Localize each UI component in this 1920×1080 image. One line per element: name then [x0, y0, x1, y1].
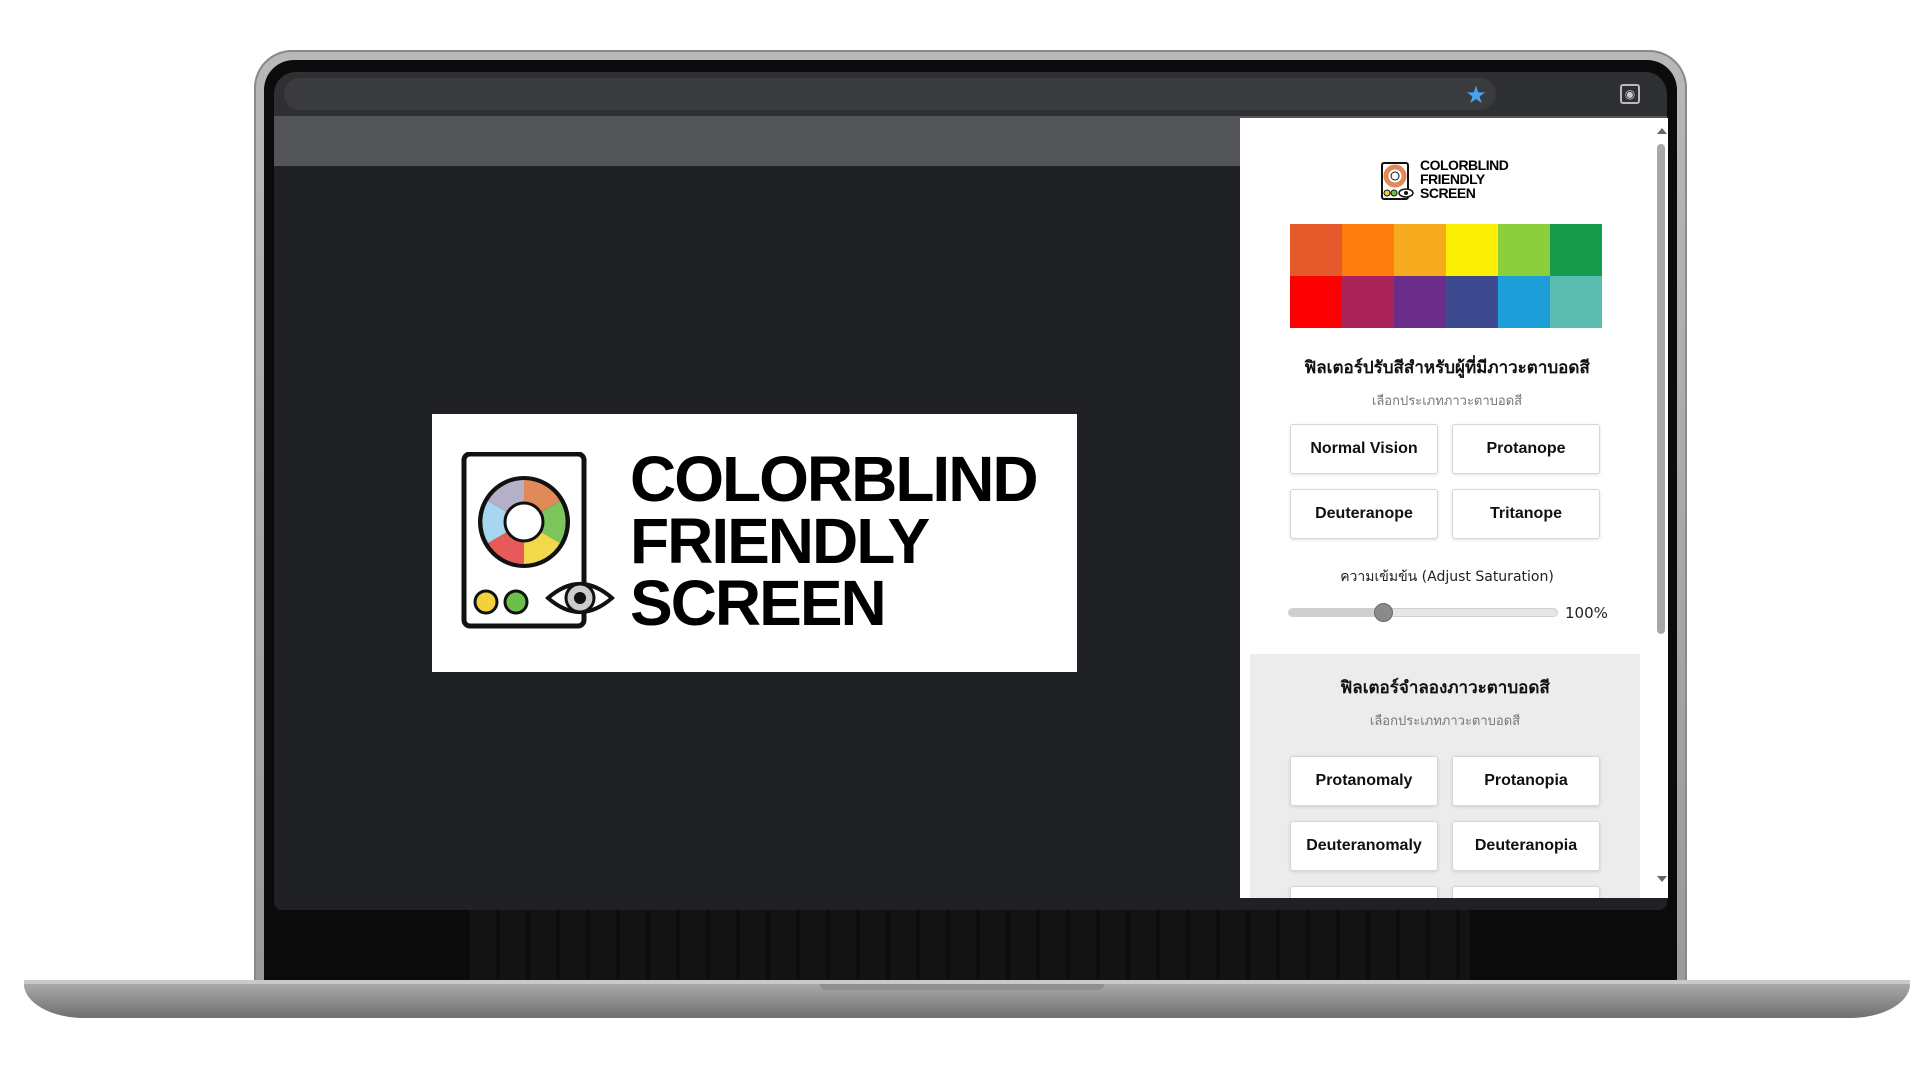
hero-title-line3: SCREEN: [630, 567, 887, 639]
deuteranopia-button[interactable]: Deuteranopia: [1452, 821, 1600, 871]
bookmark-star-icon[interactable]: ★: [1463, 82, 1489, 108]
color-swatch: [1394, 276, 1446, 328]
keyboard-reflection: [470, 910, 1470, 982]
hidden-filter-button[interactable]: [1290, 886, 1438, 898]
protanomaly-button[interactable]: Protanomaly: [1290, 756, 1438, 806]
protanope-button[interactable]: Protanope: [1452, 424, 1600, 474]
adjust-filter-subtitle: เลือกประเภทภาวะตาบอดสี: [1371, 394, 1523, 409]
color-swatch: [1290, 224, 1342, 276]
saturation-slider-thumb[interactable]: [1373, 603, 1393, 622]
protanopia-button[interactable]: Protanopia: [1452, 756, 1600, 806]
popup-logo-line1: COLORBLIND: [1420, 157, 1509, 173]
deuteranomaly-button[interactable]: Deuteranomaly: [1290, 821, 1438, 871]
color-swatch: [1394, 224, 1446, 276]
color-swatch: [1550, 276, 1602, 328]
color-swatch: [1342, 276, 1394, 328]
deuteranope-button[interactable]: Deuteranope: [1290, 489, 1438, 539]
color-swatch: [1446, 276, 1498, 328]
hero-logo: COLORBLIND FRIENDLY SCREEN: [432, 414, 1077, 672]
color-swatch: [1498, 224, 1550, 276]
color-swatch: [1290, 276, 1342, 328]
adjust-filter-title: ฟิลเตอร์ปรับสีสำหรับผู้ที่มีภาวะตาบอดสี: [1304, 358, 1590, 378]
tritanope-button[interactable]: Tritanope: [1452, 489, 1600, 539]
laptop-notch: [820, 984, 1104, 990]
simulate-filter-title: ฟิลเตอร์จำลองภาวะตาบอดสี: [1340, 678, 1550, 698]
popup-logo-line2: FRIENDLY: [1420, 171, 1485, 187]
colorblind-logo-icon: [461, 452, 616, 629]
scroll-down-arrow-icon[interactable]: [1657, 876, 1667, 882]
popup-logo-line3: SCREEN: [1420, 185, 1476, 201]
color-swatch: [1446, 224, 1498, 276]
address-bar[interactable]: ★: [284, 78, 1496, 110]
saturation-slider[interactable]: [1288, 603, 1558, 622]
browser-toolbar: ★ ◉: [274, 72, 1667, 116]
scroll-up-arrow-icon[interactable]: [1657, 128, 1667, 134]
popup-scrollbar[interactable]: [1654, 118, 1668, 898]
color-swatch: [1550, 224, 1602, 276]
saturation-slider-fill: [1289, 609, 1383, 616]
color-swatch: [1342, 224, 1394, 276]
popup-logo-text: COLORBLIND FRIENDLY SCREEN: [1420, 157, 1509, 201]
color-swatch-grid: [1290, 224, 1602, 328]
saturation-value: 100%: [1565, 604, 1608, 622]
hidden-filter-button[interactable]: [1452, 886, 1600, 898]
simulate-filter-section: ฟิลเตอร์จำลองภาวะตาบอดสี เลือกประเภทภาวะ…: [1250, 654, 1640, 898]
normal-vision-button[interactable]: Normal Vision: [1290, 424, 1438, 474]
extension-popup: COLORBLIND FRIENDLY SCREEN ฟิลเตอร์ปรับส…: [1240, 118, 1668, 898]
hero-title-line2: FRIENDLY: [630, 505, 930, 577]
popup-content: COLORBLIND FRIENDLY SCREEN ฟิลเตอร์ปรับส…: [1240, 118, 1654, 898]
extension-icon[interactable]: ◉: [1620, 84, 1640, 104]
hero-title-line1: COLORBLIND: [630, 443, 1039, 515]
popup-logo: COLORBLIND FRIENDLY SCREEN: [1380, 158, 1520, 204]
simulate-filter-subtitle: เลือกประเภทภาวะตาบอดสี: [1369, 714, 1521, 729]
saturation-label: ความเข้มข้น (Adjust Saturation): [1340, 569, 1554, 585]
hero-title: COLORBLIND FRIENDLY SCREEN: [630, 443, 1039, 639]
color-swatch: [1498, 276, 1550, 328]
popup-logo-icon: [1381, 162, 1414, 200]
scrollbar-thumb[interactable]: [1657, 144, 1665, 634]
